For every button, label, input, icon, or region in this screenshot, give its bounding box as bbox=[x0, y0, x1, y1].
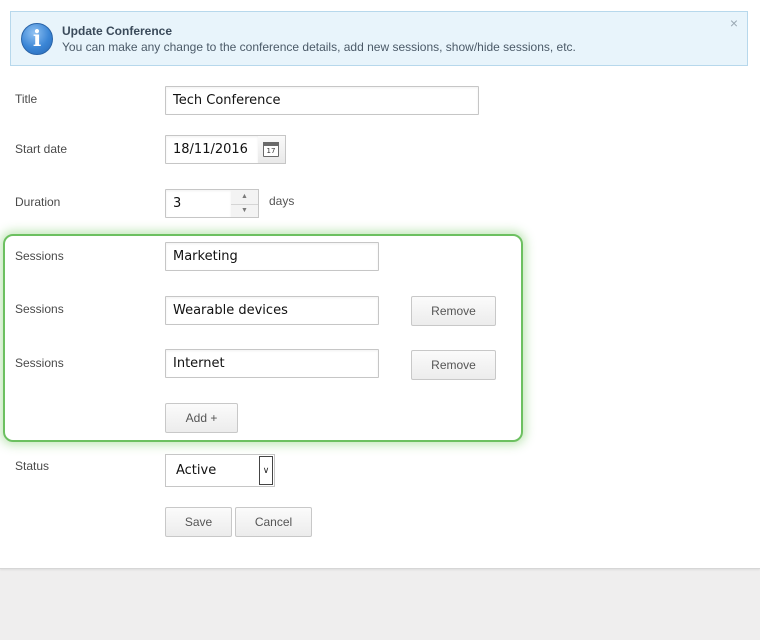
calendar-icon: 17 bbox=[263, 142, 279, 157]
session-label: Sessions bbox=[15, 356, 64, 370]
close-icon[interactable]: × bbox=[727, 16, 741, 30]
chevron-down-icon[interactable]: ∨ bbox=[259, 456, 273, 485]
decrement-arrow-icon[interactable]: ▼ bbox=[231, 204, 258, 218]
form-panel: i Update Conference You can make any cha… bbox=[0, 0, 760, 569]
alert-title: Update Conference bbox=[62, 24, 173, 38]
duration-label: Duration bbox=[15, 195, 61, 209]
session-input[interactable]: Wearable devices bbox=[165, 296, 379, 325]
session-label: Sessions bbox=[15, 249, 64, 263]
title-label: Title bbox=[15, 92, 38, 106]
remove-session-button[interactable]: Remove bbox=[411, 350, 496, 380]
info-alert: i Update Conference You can make any cha… bbox=[10, 11, 748, 66]
increment-arrow-icon[interactable]: ▲ bbox=[231, 190, 258, 205]
duration-stepper[interactable]: ▲ ▼ bbox=[231, 189, 259, 218]
save-button[interactable]: Save bbox=[165, 507, 232, 537]
session-label: Sessions bbox=[15, 302, 64, 316]
status-select[interactable]: Active ∨ bbox=[165, 454, 275, 487]
status-label: Status bbox=[15, 459, 50, 473]
duration-unit: days bbox=[269, 194, 295, 208]
calendar-icon-day: 17 bbox=[266, 147, 276, 155]
calendar-button[interactable]: 17 bbox=[258, 135, 286, 164]
session-input[interactable]: Internet bbox=[165, 349, 379, 378]
session-input[interactable]: Marketing bbox=[165, 242, 379, 271]
title-input[interactable]: Tech Conference bbox=[165, 86, 479, 115]
start-date-label: Start date bbox=[15, 142, 68, 156]
add-session-button[interactable]: Add + bbox=[165, 403, 238, 433]
remove-session-button[interactable]: Remove bbox=[411, 296, 496, 326]
start-date-input[interactable]: 18/11/2016 bbox=[165, 135, 259, 164]
duration-input[interactable]: 3 bbox=[165, 189, 232, 218]
cancel-button[interactable]: Cancel bbox=[235, 507, 312, 537]
info-icon: i bbox=[21, 23, 53, 55]
alert-message: You can make any change to the conferenc… bbox=[62, 40, 576, 54]
status-selected-value: Active bbox=[176, 463, 217, 478]
